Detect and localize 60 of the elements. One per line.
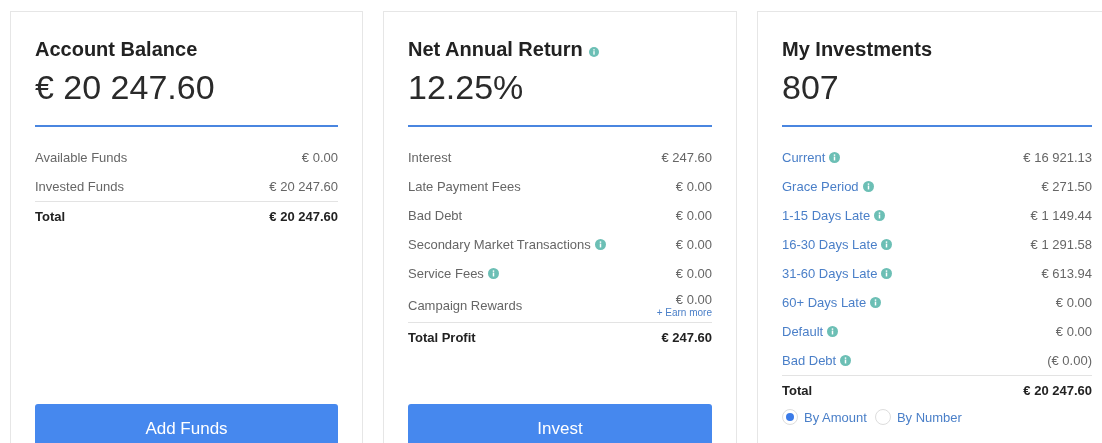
row-link[interactable]: 16-30 Days Late [782, 237, 878, 252]
row-value: € 0.00 [1055, 295, 1092, 310]
row-label: Bad Debt [408, 208, 463, 223]
radio-label[interactable]: By Amount [804, 409, 867, 425]
total-label: Total [35, 209, 66, 224]
info-icon[interactable] [840, 355, 852, 366]
card-figure: 12.25% [408, 67, 525, 107]
card-title: Net Annual Return [408, 37, 583, 61]
card-title: Account Balance [35, 37, 198, 61]
info-icon[interactable] [487, 268, 499, 279]
total-label: Total [782, 383, 813, 398]
action-button[interactable]: Add Funds [35, 404, 338, 443]
total-value: € 20 247.60 [1023, 383, 1092, 398]
row-link[interactable]: 1-15 Days Late [782, 208, 871, 223]
row-link[interactable]: 31-60 Days Late [782, 266, 878, 281]
total-value: € 20 247.60 [269, 209, 338, 224]
row-value: € 247.60 [661, 150, 712, 165]
info-icon[interactable] [594, 239, 606, 250]
row-value: € 0.00 [675, 179, 712, 194]
total-label: Total Profit [408, 330, 476, 345]
row-label: Campaign Rewards [408, 297, 523, 313]
row-link[interactable]: Bad Debt [782, 353, 837, 368]
radio-label[interactable]: By Number [896, 409, 962, 425]
info-icon[interactable] [829, 152, 841, 163]
row-value: € 0.00 [675, 266, 712, 281]
row-value: € 0.00 [301, 150, 338, 165]
row-label: Interest [408, 150, 452, 165]
row-label: Service Fees [408, 266, 484, 281]
info-icon[interactable] [588, 47, 599, 57]
row-label: Invested Funds [35, 179, 124, 194]
row-value: € 20 247.60 [269, 179, 338, 194]
row-value: € 1 149.44 [1030, 208, 1092, 223]
row-value: € 16 921.13 [1023, 150, 1092, 165]
row-link[interactable]: Grace Period [782, 179, 859, 194]
row-value: € 0.00 [675, 208, 712, 223]
info-icon[interactable] [881, 268, 893, 279]
row-value: € 613.94 [1041, 266, 1092, 281]
info-icon[interactable] [874, 210, 886, 221]
total-value: € 247.60 [661, 330, 712, 345]
action-button[interactable]: Invest [408, 404, 712, 443]
row-value: € 0.00 [675, 292, 712, 307]
row-value: € 271.50 [1041, 179, 1092, 194]
row-value: € 0.00 [1055, 324, 1092, 339]
info-icon[interactable] [862, 181, 874, 192]
info-icon[interactable] [881, 239, 893, 250]
row-value: € 1 291.58 [1030, 237, 1092, 252]
row-value: € 0.00 [675, 237, 712, 252]
earn-more-link[interactable]: + Earn more [656, 307, 712, 318]
row-label: Secondary Market Transactions [408, 237, 591, 252]
info-icon[interactable] [827, 326, 839, 337]
row-link[interactable]: Default [782, 324, 824, 339]
info-icon[interactable] [870, 297, 882, 308]
row-label: Available Funds [35, 150, 128, 165]
card-title: My Investments [782, 37, 933, 61]
row-value: (€ 0.00) [1047, 353, 1092, 368]
card-figure: 807 [782, 67, 840, 107]
row-link[interactable]: Current [782, 150, 826, 165]
card-figure: € 20 247.60 [35, 67, 216, 107]
row-label: Late Payment Fees [408, 179, 521, 194]
row-link[interactable]: 60+ Days Late [782, 295, 867, 310]
